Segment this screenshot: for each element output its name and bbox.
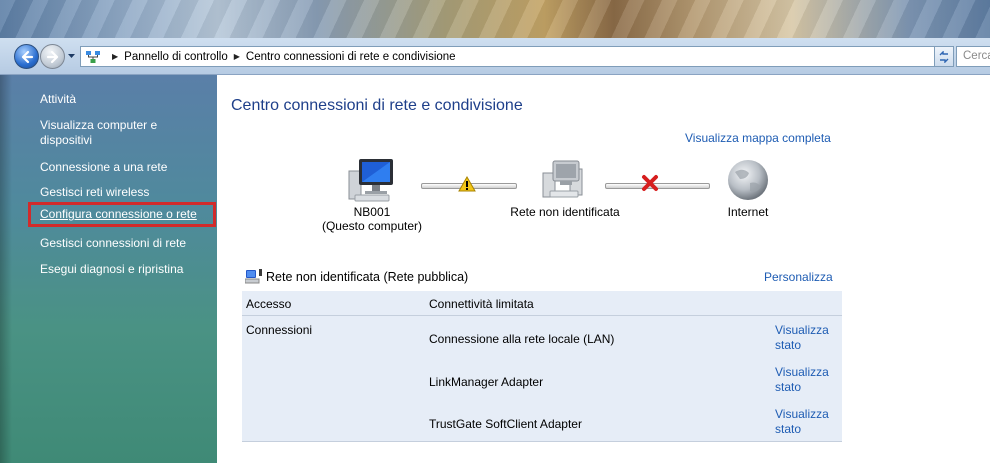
refresh-button[interactable] <box>934 46 954 67</box>
view-status-line2: stato <box>775 338 802 352</box>
view-status-link-trustgate[interactable]: Visualizza stato <box>775 407 829 437</box>
view-status-line1: Visualizza <box>775 407 829 421</box>
view-status-line1: Visualizza <box>775 323 829 337</box>
task-sidebar: Attività Visualizza computer e dispositi… <box>0 75 217 463</box>
window: ▶ Pannello di controllo ▶ Centro conness… <box>0 0 990 463</box>
forward-button[interactable] <box>40 44 65 69</box>
network-center-icon <box>86 50 100 63</box>
internet-node[interactable]: Internet <box>703 157 793 219</box>
divider <box>242 315 842 316</box>
arrow-left-icon <box>21 50 33 63</box>
panel-bottom-divider <box>242 441 842 442</box>
main-content: Centro connessioni di rete e condivision… <box>217 75 990 463</box>
title-bar <box>0 0 990 38</box>
recent-pages-dropdown-icon[interactable] <box>67 52 76 60</box>
search-input[interactable]: Cerca <box>956 46 990 67</box>
arrow-right-icon <box>46 50 58 63</box>
address-field[interactable]: ▶ Pannello di controllo ▶ Centro conness… <box>80 46 950 67</box>
network-node-label: Rete non identificata <box>510 205 620 219</box>
address-toolbar: ▶ Pannello di controllo ▶ Centro conness… <box>0 38 990 75</box>
computer-node[interactable]: NB001 (Questo computer) <box>317 157 427 233</box>
view-status-line1: Visualizza <box>775 365 829 379</box>
connections-label: Connessioni <box>246 323 313 337</box>
breadcrumb-control-panel[interactable]: Pannello di controllo <box>124 51 228 63</box>
breadcrumb-separator-icon: ▶ <box>112 52 119 61</box>
error-x-icon[interactable] <box>641 174 659 192</box>
sidebar-item-view-computers[interactable]: Visualizza computer e dispositivi <box>40 118 190 148</box>
view-status-line2: stato <box>775 380 802 394</box>
sidebar-item-diagnose-repair[interactable]: Esegui diagnosi e ripristina <box>40 262 183 277</box>
breadcrumb-separator-icon: ▶ <box>233 52 240 61</box>
access-label: Accesso <box>246 297 292 311</box>
computer-icon <box>348 159 393 202</box>
page-title: Centro connessioni di rete e condivision… <box>231 97 523 114</box>
connection-name-lan: Connessione alla rete locale (LAN) <box>429 332 615 346</box>
connection-name-linkmanager: LinkManager Adapter <box>429 375 544 389</box>
view-status-line2: stato <box>775 422 802 436</box>
network-name: Rete non identificata (Rete pubblica) <box>266 270 469 284</box>
customize-link[interactable]: Personalizza <box>764 270 833 284</box>
refresh-icon <box>939 50 949 63</box>
sidebar-item-connect-network[interactable]: Connessione a una rete <box>40 160 167 175</box>
view-full-map-link[interactable]: Visualizza mappa completa <box>685 131 831 145</box>
network-header: Rete non identificata (Rete pubblica) <box>242 267 842 289</box>
network-bench-icon <box>245 269 262 284</box>
access-value: Connettività limitata <box>429 297 534 311</box>
sidebar-item-manage-connections[interactable]: Gestisci connessioni di rete <box>40 236 186 251</box>
sidebar-title: Attività <box>40 92 77 106</box>
sidebar-item-setup-connection[interactable]: Configura connessione o rete <box>28 202 216 227</box>
view-status-link-lan[interactable]: Visualizza stato <box>775 323 829 353</box>
computer-name: NB001 <box>353 205 391 219</box>
globe-icon <box>728 160 768 200</box>
computer-subtitle: (Questo computer) <box>321 219 423 233</box>
network-details-panel: Accesso Connettività limitata Connession… <box>242 291 842 441</box>
unidentified-network-icon <box>542 160 583 198</box>
warning-icon[interactable] <box>458 176 476 192</box>
connection-name-trustgate: TrustGate SoftClient Adapter <box>429 417 582 431</box>
sidebar-item-manage-wireless[interactable]: Gestisci reti wireless <box>40 185 149 200</box>
breadcrumb-network-center[interactable]: Centro connessioni di rete e condivision… <box>246 51 456 63</box>
internet-label: Internet <box>727 205 769 219</box>
back-button[interactable] <box>14 44 39 69</box>
view-status-link-linkmanager[interactable]: Visualizza stato <box>775 365 829 395</box>
